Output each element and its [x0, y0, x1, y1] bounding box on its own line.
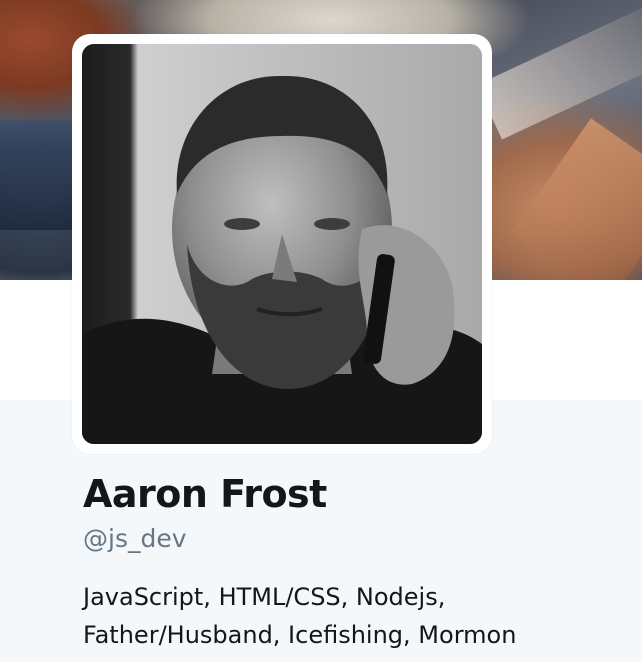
avatar-photo-icon [82, 44, 482, 444]
avatar[interactable] [82, 44, 482, 444]
bio-line: Father/Husband, Icefishing, Mormon [83, 621, 517, 649]
profile-bio: JavaScript, HTML/CSS, Nodejs, Father/Hus… [83, 578, 623, 654]
bio-line: JavaScript, HTML/CSS, Nodejs, [83, 583, 446, 611]
avatar-frame[interactable] [72, 34, 492, 454]
profile-name[interactable]: Aaron Frost [83, 472, 327, 516]
profile-handle[interactable]: @js_dev [83, 524, 187, 553]
